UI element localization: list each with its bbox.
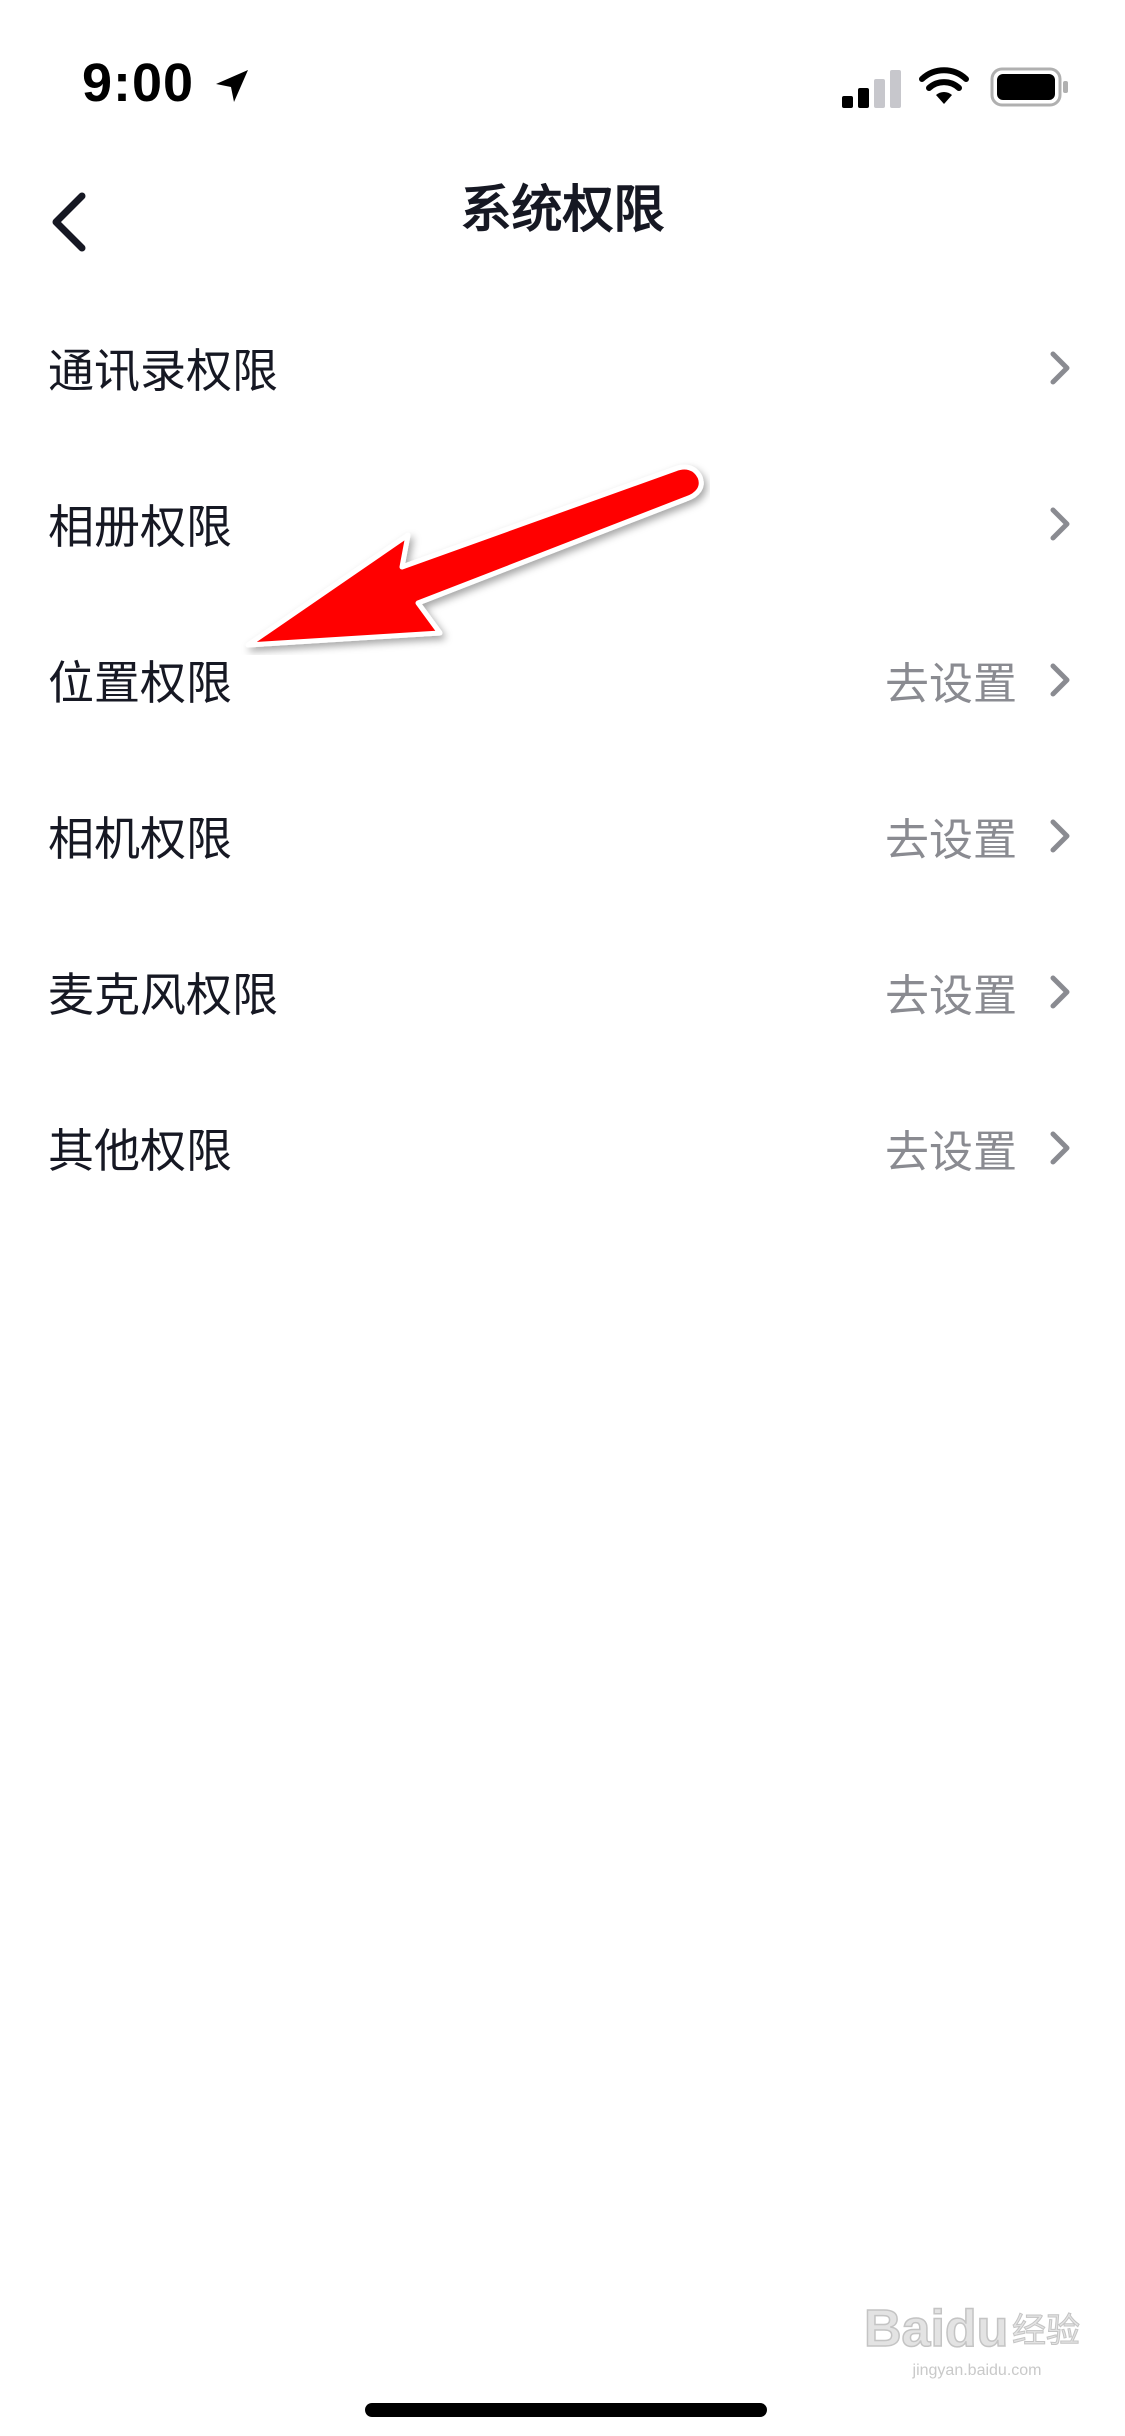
page-title: 系统权限 [460, 181, 665, 240]
chevron-right-icon [1050, 975, 1070, 1009]
chevron-right-icon [1050, 819, 1070, 853]
permission-label: 相机权限 [48, 812, 232, 866]
baidu-jingyan-watermark: Baidu 经验 jingyan.baidu.com [862, 2290, 1092, 2390]
permission-label: 相册权限 [48, 500, 232, 554]
permission-label: 麦克风权限 [48, 968, 278, 1022]
status-time: 9:00 [82, 53, 195, 113]
watermark-url: jingyan.baidu.com [912, 2362, 1042, 2379]
screen: 9:00 系统权限 通讯录权限 相册权限 位置权限 去设置 相机权限 去设置 麦… [0, 0, 1125, 2436]
permission-label: 其他权限 [48, 1124, 232, 1178]
home-indicator [365, 2403, 767, 2417]
permission-label: 通讯录权限 [48, 344, 278, 398]
wifi-icon [919, 67, 969, 104]
chevron-right-icon [1050, 1131, 1070, 1165]
status-bar: 9:00 [0, 0, 1125, 150]
svg-text:经验: 经验 [1012, 2311, 1080, 2351]
chevron-right-icon [1050, 351, 1070, 385]
chevron-right-icon [1050, 663, 1070, 697]
cellular-signal-icon [842, 70, 901, 108]
go-settings-link[interactable]: 去设置 [885, 804, 1017, 868]
go-settings-link[interactable]: 去设置 [885, 648, 1017, 712]
svg-text:Baidu: Baidu [864, 2300, 1008, 2358]
permission-row-camera[interactable]: 相机权限 去设置 [0, 758, 1125, 914]
permission-row-contacts[interactable]: 通讯录权限 [0, 290, 1125, 446]
permission-row-other[interactable]: 其他权限 去设置 [0, 1070, 1125, 1226]
annotation-arrow-icon [245, 464, 704, 648]
go-settings-link[interactable]: 去设置 [885, 1116, 1017, 1180]
location-arrow-icon [216, 70, 248, 102]
chevron-right-icon [1050, 507, 1070, 541]
baidu-logo-icon: Baidu 经验 [863, 2299, 1080, 2359]
permission-label: 位置权限 [48, 656, 232, 710]
battery-icon [990, 67, 1068, 107]
permission-row-microphone[interactable]: 麦克风权限 去设置 [0, 914, 1125, 1070]
permission-list: 通讯录权限 相册权限 位置权限 去设置 相机权限 去设置 麦克风权限 去设置 其… [0, 290, 1125, 1226]
go-settings-link[interactable]: 去设置 [885, 960, 1017, 1024]
